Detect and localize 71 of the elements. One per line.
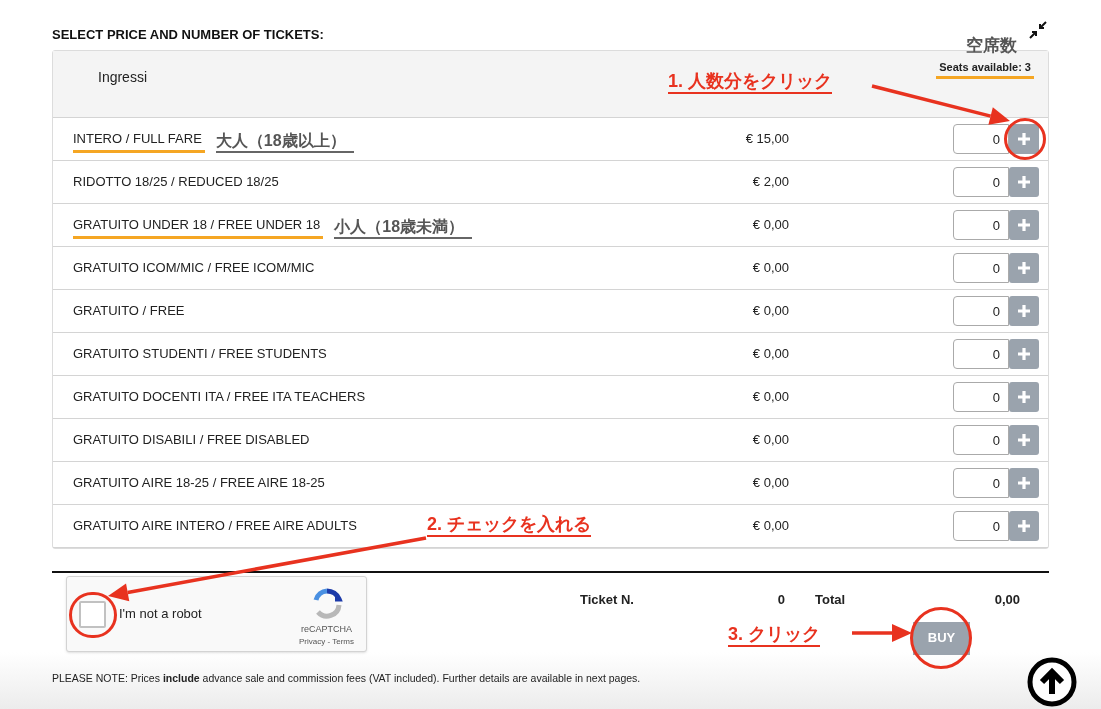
quantity-field[interactable]: 0 [953, 468, 1009, 498]
panel-title: Ingressi [98, 68, 148, 87]
quantity-field[interactable]: 0 [953, 210, 1009, 240]
annotation-label: 大人（18歳以上） [215, 130, 354, 153]
captcha-checkbox[interactable] [79, 600, 106, 628]
quantity-field[interactable]: 0 [953, 253, 1009, 283]
plus-button[interactable] [1009, 511, 1039, 541]
ticket-type-label: GRATUITO AIRE INTERO / FREE AIRE ADULTS [73, 517, 358, 536]
annotation-label: 2. チェックを入れる [427, 513, 591, 537]
plus-icon [1017, 390, 1031, 404]
plus-icon [1017, 132, 1031, 146]
quantity-field[interactable]: 0 [953, 167, 1009, 197]
price-text: € 0,00 [751, 216, 789, 235]
plus-icon [1017, 347, 1031, 361]
total-value: 0,00 [993, 591, 1020, 609]
captcha-label: I'm not a robot [119, 605, 202, 624]
price-text: € 0,00 [751, 345, 789, 364]
plus-icon [1017, 476, 1031, 490]
quantity-field[interactable]: 0 [953, 124, 1009, 154]
plus-button[interactable] [1009, 339, 1039, 369]
annotation-arrow [852, 624, 912, 642]
price-text: € 2,00 [751, 173, 789, 192]
ticket-type-label: GRATUITO DISABILI / FREE DISABLED [73, 431, 311, 450]
plus-icon [1017, 433, 1031, 447]
plus-button[interactable] [1009, 296, 1039, 326]
plus-button[interactable] [1009, 382, 1039, 412]
ticket-type-label: RIDOTTO 18/25 / REDUCED 18/25 [73, 173, 280, 192]
seats-available-text: Seats available: 3 [936, 59, 1034, 79]
annotation-label: 3. クリック [728, 623, 820, 647]
price-text: € 0,00 [751, 431, 789, 450]
plus-button[interactable] [1009, 253, 1039, 283]
plus-icon [1017, 304, 1031, 318]
quantity-field[interactable]: 0 [953, 296, 1009, 326]
plus-icon [1017, 519, 1031, 533]
ticket-count-label: Ticket N. [580, 591, 635, 609]
collapse-icon [1029, 21, 1047, 39]
ticket-type-label: GRATUITO ICOM/MIC / FREE ICOM/MIC [73, 259, 316, 278]
ticket-type-label: INTERO / FULL FARE [73, 129, 205, 153]
plus-icon [1017, 218, 1031, 232]
quantity-field[interactable]: 0 [953, 339, 1009, 369]
plus-button[interactable] [1009, 425, 1039, 455]
annotation-label: 小人（18歳未満） [334, 216, 473, 239]
captcha-brand: reCAPTCHA [301, 622, 352, 636]
plus-button[interactable] [1009, 124, 1039, 154]
ticket-type-label: GRATUITO / FREE [73, 302, 186, 321]
captcha-links[interactable]: Privacy - Terms [299, 636, 354, 649]
quantity-field[interactable]: 0 [953, 511, 1009, 541]
price-text: € 15,00 [744, 130, 789, 149]
plus-button[interactable] [1009, 210, 1039, 240]
total-label: Total [815, 591, 847, 609]
ticket-type-label: GRATUITO UNDER 18 / FREE UNDER 18 [73, 215, 324, 239]
price-note: PLEASE NOTE: Prices include advance sale and commission fees (VAT included). Further details are available in next pages. [52, 670, 642, 686]
plus-button[interactable] [1009, 167, 1039, 197]
quantity-field[interactable]: 0 [953, 382, 1009, 412]
section-heading: SELECT PRICE AND NUMBER OF TICKETS: [52, 27, 324, 42]
annotation-label: 1. 人数分をクリック [668, 70, 832, 94]
quantity-field[interactable]: 0 [953, 425, 1009, 455]
annotation-label: 空席数 [966, 35, 1017, 57]
ticket-type-label: GRATUITO DOCENTI ITA / FREE ITA TEACHERS [73, 388, 367, 407]
ticket-type-label: GRATUITO STUDENTI / FREE STUDENTS [73, 345, 328, 364]
price-text: € 0,00 [751, 388, 789, 407]
price-text: € 0,00 [751, 517, 789, 536]
plus-button[interactable] [1009, 468, 1039, 498]
price-text: € 0,00 [751, 302, 789, 321]
ticket-count-value: 0 [776, 591, 785, 609]
plus-icon [1017, 175, 1031, 189]
price-text: € 0,00 [751, 259, 789, 278]
price-text: € 0,00 [751, 474, 789, 493]
scroll-to-top-icon[interactable] [1027, 657, 1077, 707]
ticket-type-label: GRATUITO AIRE 18-25 / FREE AIRE 18-25 [73, 474, 326, 493]
plus-icon [1017, 261, 1031, 275]
